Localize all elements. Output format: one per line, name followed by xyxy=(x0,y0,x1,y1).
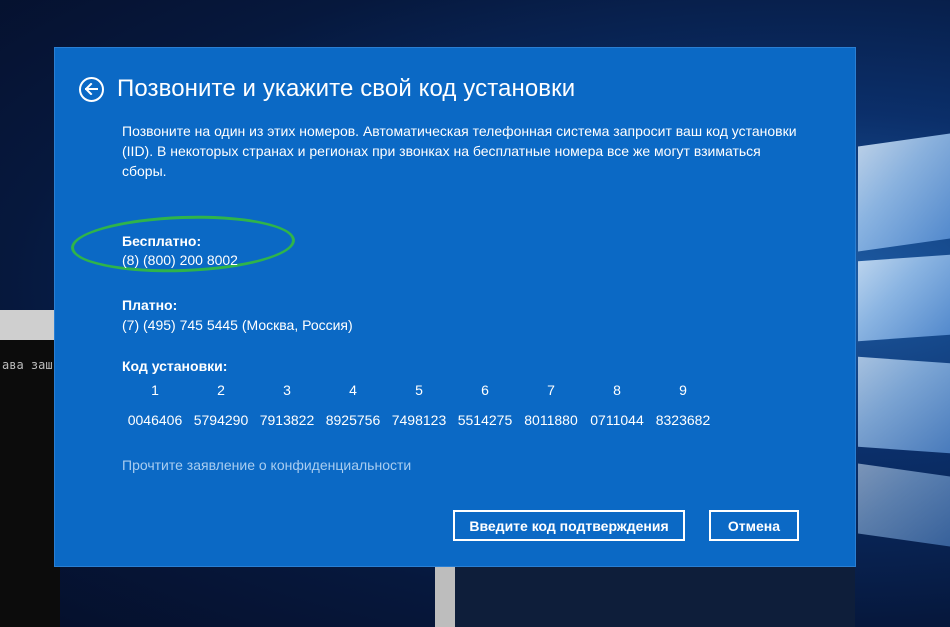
dialog-title: Позвоните и укажите свой код установки xyxy=(117,75,576,102)
free-number-value: (8) (800) 200 8002 xyxy=(122,252,238,268)
background-window-body xyxy=(455,565,855,627)
dialog-description: Позвоните на один из этих номеров. Автом… xyxy=(122,123,797,179)
installation-id-column-number: 9 xyxy=(679,382,687,398)
paid-number-value: (7) (495) 745 5445 (Москва, Россия) xyxy=(122,317,353,333)
wallpaper-pane xyxy=(858,356,950,454)
installation-id-column-number: 4 xyxy=(349,382,357,398)
installation-id-group: 8323682 xyxy=(655,412,711,428)
paid-number-label: Платно: xyxy=(122,297,178,313)
background-terminal-text: ава заш xyxy=(2,358,53,372)
background-terminal-window xyxy=(0,340,60,627)
back-button[interactable] xyxy=(79,76,104,102)
installation-id-group: 7498123 xyxy=(391,412,447,428)
phone-activation-dialog: Позвоните и укажите свой код установки П… xyxy=(55,48,855,566)
installation-id-label: Код установки: xyxy=(122,358,228,374)
installation-id-group: 0711044 xyxy=(590,412,644,428)
installation-id-column-number: 5 xyxy=(415,382,423,398)
installation-id-group: 5514275 xyxy=(457,412,513,428)
cancel-button[interactable]: Отмена xyxy=(709,510,799,541)
free-number-label: Бесплатно: xyxy=(122,233,202,249)
installation-id-column-number: 1 xyxy=(151,382,159,398)
dialog-header: Позвоните и укажите свой код установки xyxy=(79,73,575,105)
installation-id-column-number: 7 xyxy=(547,382,555,398)
installation-id-group: 5794290 xyxy=(193,412,249,428)
enter-confirmation-code-button[interactable]: Введите код подтверждения xyxy=(453,510,685,541)
installation-id-column-number: 8 xyxy=(613,382,621,398)
background-window-edge xyxy=(435,565,455,627)
installation-id-column-number: 3 xyxy=(283,382,291,398)
installation-id-group: 0046406 xyxy=(127,412,183,428)
privacy-statement-link[interactable]: Прочтите заявление о конфиденциальности xyxy=(122,457,411,473)
installation-id-column-number: 2 xyxy=(217,382,225,398)
installation-id-values-row: 0046406 5794290 7913822 8925756 7498123 … xyxy=(122,412,716,428)
installation-id-table: 1 2 3 4 5 6 7 8 9 0046406 5794290 791382… xyxy=(122,382,716,428)
back-arrow-icon xyxy=(85,83,98,95)
installation-id-group: 8011880 xyxy=(524,412,578,428)
wallpaper-pane xyxy=(858,463,950,547)
installation-id-column-number: 6 xyxy=(481,382,489,398)
wallpaper-pane xyxy=(858,133,950,252)
installation-id-group: 7913822 xyxy=(259,412,315,428)
wallpaper-pane xyxy=(858,254,950,342)
installation-id-header-row: 1 2 3 4 5 6 7 8 9 xyxy=(122,382,716,404)
installation-id-group: 8925756 xyxy=(325,412,381,428)
